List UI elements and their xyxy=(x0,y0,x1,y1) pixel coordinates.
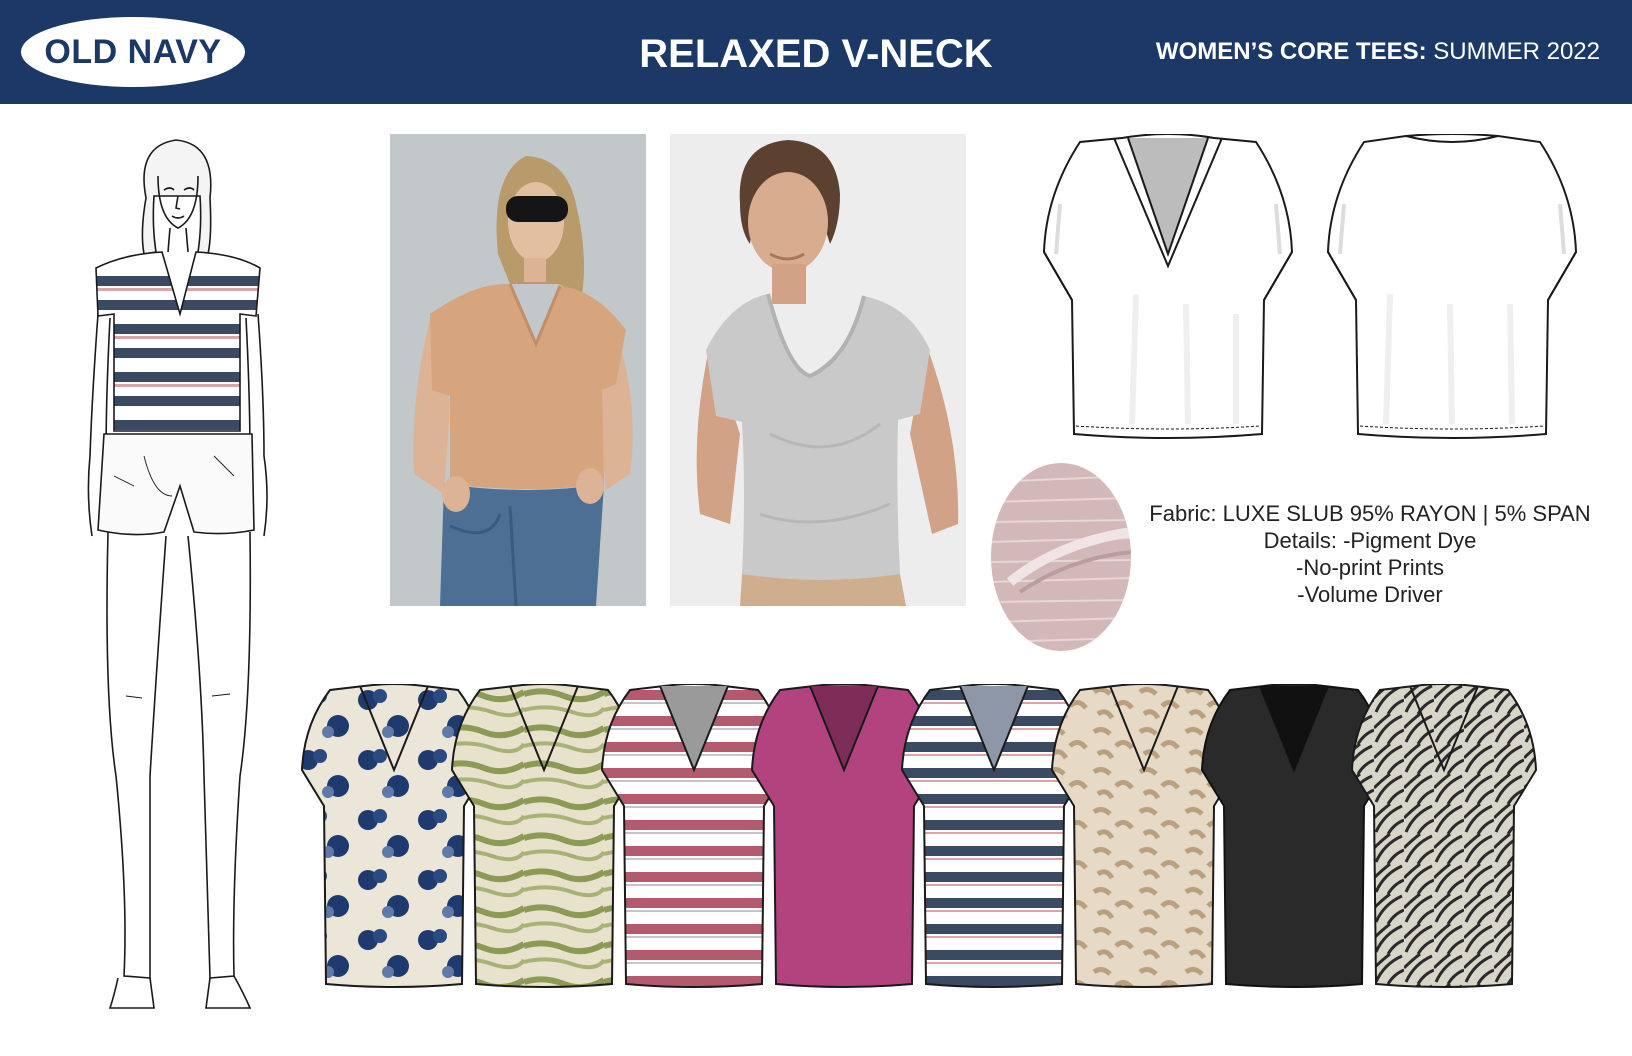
fabric-content: Fabric: LUXE SLUB 95% RAYON | 5% SPAN xyxy=(1149,501,1591,526)
details-volume-driver: -Volume Driver xyxy=(1297,582,1443,607)
collection-season: WOMEN’S CORE TEES: SUMMER 2022 xyxy=(1156,36,1600,68)
details-pigment-dye: Details: -Pigment Dye xyxy=(1263,528,1477,553)
season-label: SUMMER 2022 xyxy=(1426,38,1600,65)
inspiration-photo-camel-tee xyxy=(390,134,646,606)
inspiration-photo-grey-tee xyxy=(670,134,966,606)
fabric-specifications: Fabric: LUXE SLUB 95% RAYON | 5% SPAN De… xyxy=(1140,500,1600,608)
technical-flat-back xyxy=(1326,134,1578,439)
fabric-swatch xyxy=(991,463,1131,651)
brand-logo-text: OLD NAVY xyxy=(44,33,222,71)
header-bar: OLD NAVY RELAXED V-NECK WOMEN’S CORE TEE… xyxy=(0,0,1632,104)
collection-label: WOMEN’S CORE TEES: xyxy=(1155,38,1427,65)
colorway-lineup xyxy=(301,684,1537,988)
fashion-croquis-sketch xyxy=(87,139,268,1009)
technical-flat-front xyxy=(1042,134,1294,439)
colorway-leaf-print xyxy=(1351,684,1537,988)
details-no-print-prints: -No-print Prints xyxy=(1296,555,1444,580)
page-title: RELAXED V-NECK xyxy=(639,32,993,76)
